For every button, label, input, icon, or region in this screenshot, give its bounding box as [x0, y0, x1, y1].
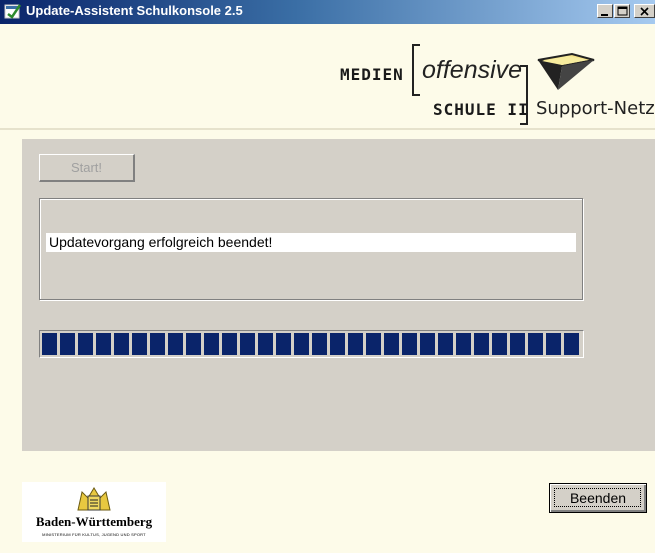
- state-crest-icon: [77, 487, 111, 511]
- close-icon: [640, 7, 649, 16]
- logo-offensive-text: offensive: [422, 56, 523, 84]
- ministry-name: MINISTERIUM FÜR KULTUS, JUGEND UND SPORT: [42, 532, 146, 537]
- baden-wuerttemberg-logo: Baden-Württemberg MINISTERIUM FÜR KULTUS…: [22, 482, 166, 542]
- logo-support-text: Support-Netz: [536, 98, 655, 119]
- logo-schule-text: SCHULE II: [433, 100, 529, 119]
- state-name: Baden-Württemberg: [35, 514, 153, 529]
- exit-button-label: Beenden: [569, 490, 627, 506]
- minimize-button[interactable]: [597, 4, 613, 18]
- progress-bar: [39, 330, 584, 358]
- minimize-icon: [601, 14, 608, 16]
- progress-fill: [42, 333, 581, 355]
- app-window: Update-Assistent Schulkonsole 2.5 MEDIEN…: [0, 0, 655, 553]
- title-bar[interactable]: Update-Assistent Schulkonsole 2.5: [0, 0, 655, 24]
- header-divider: [0, 128, 655, 130]
- exit-button[interactable]: Beenden: [549, 483, 647, 513]
- status-message: Updatevorgang erfolgreich beendet!: [46, 233, 576, 252]
- logo-medien-text: MEDIEN: [340, 65, 404, 84]
- support-netz-logo-icon: [537, 52, 595, 90]
- close-button[interactable]: [634, 4, 655, 18]
- logo-bracket-left: [412, 44, 420, 96]
- app-icon[interactable]: [4, 3, 22, 20]
- maximize-button[interactable]: [614, 4, 630, 18]
- start-button[interactable]: Start!: [39, 154, 135, 182]
- maximize-icon: [617, 6, 628, 16]
- window-title: Update-Assistent Schulkonsole 2.5: [26, 3, 243, 18]
